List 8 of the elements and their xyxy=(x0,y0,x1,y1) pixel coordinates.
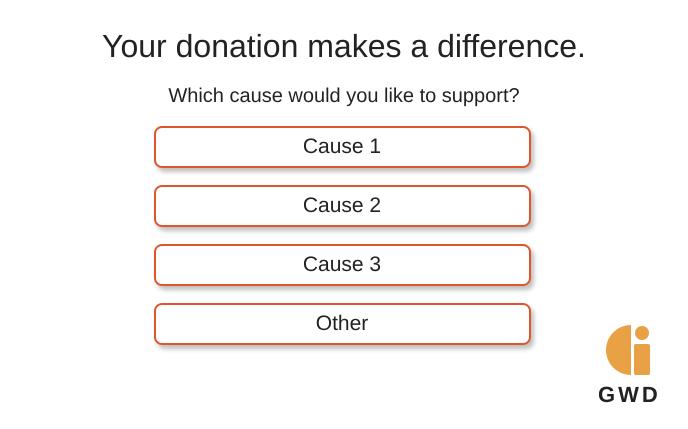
cause-option-button[interactable]: Cause 3 xyxy=(154,244,530,286)
question: Which cause would you like to support? xyxy=(168,84,520,108)
cause-option-button[interactable]: Other xyxy=(154,303,530,345)
headline: Your donation makes a difference. xyxy=(102,27,586,66)
logo-wordmark: GWD xyxy=(598,383,661,407)
logo-icon xyxy=(606,325,652,375)
cause-option-button[interactable]: Cause 2 xyxy=(154,185,530,227)
cause-option-button[interactable]: Cause 1 xyxy=(154,126,530,168)
